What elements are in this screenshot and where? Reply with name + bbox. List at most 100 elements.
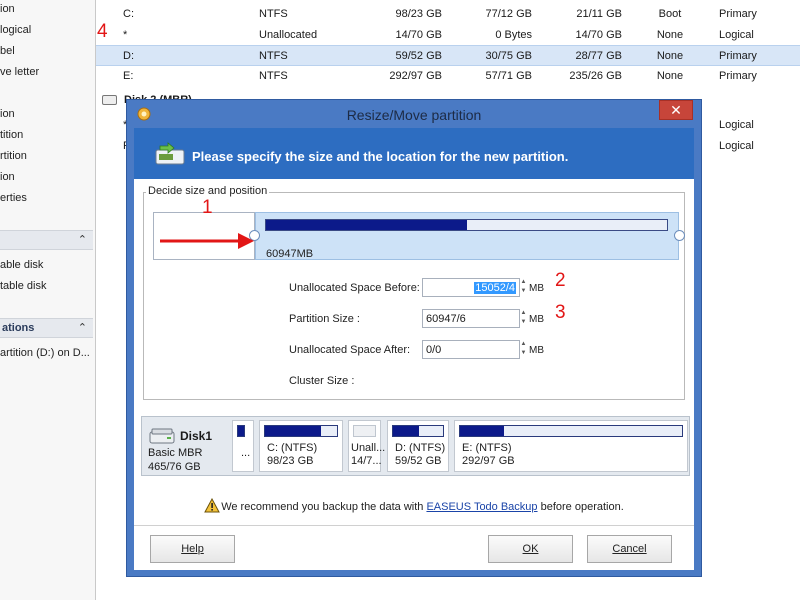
partition-type: Logical xyxy=(719,140,754,152)
unallocated-before-input[interactable]: 15052/4 xyxy=(422,278,520,297)
divider xyxy=(134,525,694,526)
disk-partition-small[interactable]: ... xyxy=(232,420,254,472)
partition-position-bar[interactable]: 60947MB xyxy=(255,212,679,260)
cancel-label: Cancel xyxy=(612,543,647,555)
sidebar-item[interactable]: tition xyxy=(0,129,23,141)
collapse-chevron-icon[interactable]: ⌃ xyxy=(78,321,87,334)
partition-unused: 14/70 GB xyxy=(575,29,622,41)
dialog-title: Resize/Move partition xyxy=(346,107,482,123)
after-spinner[interactable]: ▲ ▼ xyxy=(519,340,528,359)
partition-label: E: (NTFS) xyxy=(462,442,512,454)
partition-usage-bar xyxy=(459,425,683,437)
sidebar-item[interactable]: ion xyxy=(0,3,15,15)
partition-usage-fill xyxy=(266,220,467,230)
table-row-selected[interactable]: D: NTFS 59/52 GB 30/75 GB 28/77 GB None … xyxy=(96,45,800,66)
partition-used: 0 Bytes xyxy=(495,29,532,41)
dialog-titlebar[interactable]: Resize/Move partition ✕ xyxy=(127,100,701,128)
disk-partition-d[interactable]: D: (NTFS) 59/52 GB xyxy=(387,420,449,472)
partition-size: 14/7... xyxy=(351,455,382,467)
step-1-arrow-icon xyxy=(160,233,254,249)
warning-icon xyxy=(204,498,221,513)
partition-size-input[interactable]: 60947/6 xyxy=(422,309,520,328)
partition-type: Primary xyxy=(719,70,757,82)
unit-label: MB xyxy=(529,283,544,294)
size-label: Partition Size : xyxy=(289,313,360,325)
step-2-annotation: 2 xyxy=(555,270,566,291)
partition-usage-fill xyxy=(265,426,322,436)
disk-partition-e[interactable]: E: (NTFS) 292/97 GB xyxy=(454,420,688,472)
partition-resize-icon xyxy=(155,142,185,165)
partition-usage-fill xyxy=(393,426,419,436)
sidebar-section-header[interactable]: ations ⌃ xyxy=(0,318,93,338)
cluster-label: Cluster Size : xyxy=(289,375,355,387)
disk-map: Disk1 Basic MBR 465/76 GB ... C: (NTFS) … xyxy=(141,416,690,476)
after-value: 0/0 xyxy=(426,344,442,356)
ok-button[interactable]: OK xyxy=(488,535,573,563)
partition-capacity: 292/97 GB xyxy=(389,70,442,82)
partition-type: Logical xyxy=(719,29,754,41)
banner-instruction: Please specify the size and the location… xyxy=(192,149,569,164)
size-spinner[interactable]: ▲ ▼ xyxy=(519,309,528,328)
sidebar-section-header[interactable]: ⌃ xyxy=(0,230,93,250)
ok-label: OK xyxy=(522,543,539,555)
disk-partition-unallocated[interactable]: Unall... 14/7... xyxy=(348,420,385,472)
partition-type: Primary xyxy=(719,8,757,20)
sidebar-item[interactable]: bel xyxy=(0,45,15,57)
sidebar-item[interactable]: ve letter xyxy=(0,66,39,78)
group-legend: Decide size and position xyxy=(146,185,270,197)
easeus-todo-backup-link[interactable]: EASEUS Todo Backup xyxy=(426,501,537,513)
partition-fs: NTFS xyxy=(259,70,288,82)
partition-used: 57/71 GB xyxy=(485,70,532,82)
unit-label: MB xyxy=(529,314,544,325)
sidebar-item[interactable]: table disk xyxy=(0,280,46,292)
partition-usage-bar xyxy=(353,425,376,437)
after-label: Unallocated Space After: xyxy=(289,344,411,356)
sidebar-item[interactable]: rtition xyxy=(0,150,27,162)
partition-usage-bar xyxy=(237,425,245,437)
before-spinner[interactable]: ▲ ▼ xyxy=(519,278,528,297)
partition-type: Primary xyxy=(719,50,757,62)
before-label: Unallocated Space Before: xyxy=(289,282,420,294)
sidebar: ion logical bel ve letter ion tition rti… xyxy=(0,0,96,600)
partition-unused: 235/26 GB xyxy=(569,70,622,82)
partition-size-label: 60947MB xyxy=(266,248,314,260)
partition-flag: Boot xyxy=(658,8,682,20)
size-value: 60947/6 xyxy=(426,313,466,325)
before-value: 15052/4 xyxy=(474,282,516,294)
partition-fs: NTFS xyxy=(259,50,288,62)
sidebar-item[interactable]: erties xyxy=(0,192,27,204)
partition-name: * xyxy=(123,29,128,41)
partition-usage-fill xyxy=(238,426,244,436)
table-row[interactable]: E: NTFS 292/97 GB 57/71 GB 235/26 GB Non… xyxy=(96,66,800,87)
table-row[interactable]: C: NTFS 98/23 GB 77/12 GB 21/11 GB Boot … xyxy=(96,4,800,25)
partition-label: C: (NTFS) xyxy=(267,442,318,454)
help-button[interactable]: Help xyxy=(150,535,235,563)
hard-disk-icon xyxy=(149,428,175,444)
unallocated-after-input[interactable]: 0/0 xyxy=(422,340,520,359)
partition-name: E: xyxy=(123,70,134,82)
close-button[interactable]: ✕ xyxy=(659,100,693,120)
sidebar-item[interactable]: ion xyxy=(0,171,15,183)
sidebar-section-title: ations xyxy=(2,322,35,334)
disk-info: Disk1 Basic MBR 465/76 GB xyxy=(145,420,229,473)
hard-disk-icon xyxy=(102,95,117,105)
partition-used: 30/75 GB xyxy=(485,50,532,62)
disk-partition-c[interactable]: C: (NTFS) 98/23 GB xyxy=(259,420,343,472)
sidebar-item[interactable]: logical xyxy=(0,24,31,36)
cancel-button[interactable]: Cancel xyxy=(587,535,672,563)
sidebar-item[interactable]: artition (D:) on D... xyxy=(0,347,90,359)
step-1-annotation: 1 xyxy=(202,197,213,218)
partition-used: 77/12 GB xyxy=(485,8,532,20)
right-resize-handle[interactable] xyxy=(674,230,685,241)
partition-usage-bar xyxy=(264,425,338,437)
partition-size: 292/97 GB xyxy=(462,455,515,467)
sidebar-item[interactable]: able disk xyxy=(0,259,43,271)
table-row[interactable]: * Unallocated 14/70 GB 0 Bytes 14/70 GB … xyxy=(96,25,800,46)
partition-flag: None xyxy=(656,29,684,41)
partition-capacity: 98/23 GB xyxy=(395,8,442,20)
partition-flag: None xyxy=(656,50,684,62)
resize-move-dialog: Resize/Move partition ✕ Please specify t… xyxy=(126,99,702,577)
partition-fs: NTFS xyxy=(259,8,288,20)
sidebar-item[interactable]: ion xyxy=(0,108,15,120)
collapse-chevron-icon[interactable]: ⌃ xyxy=(78,233,87,246)
